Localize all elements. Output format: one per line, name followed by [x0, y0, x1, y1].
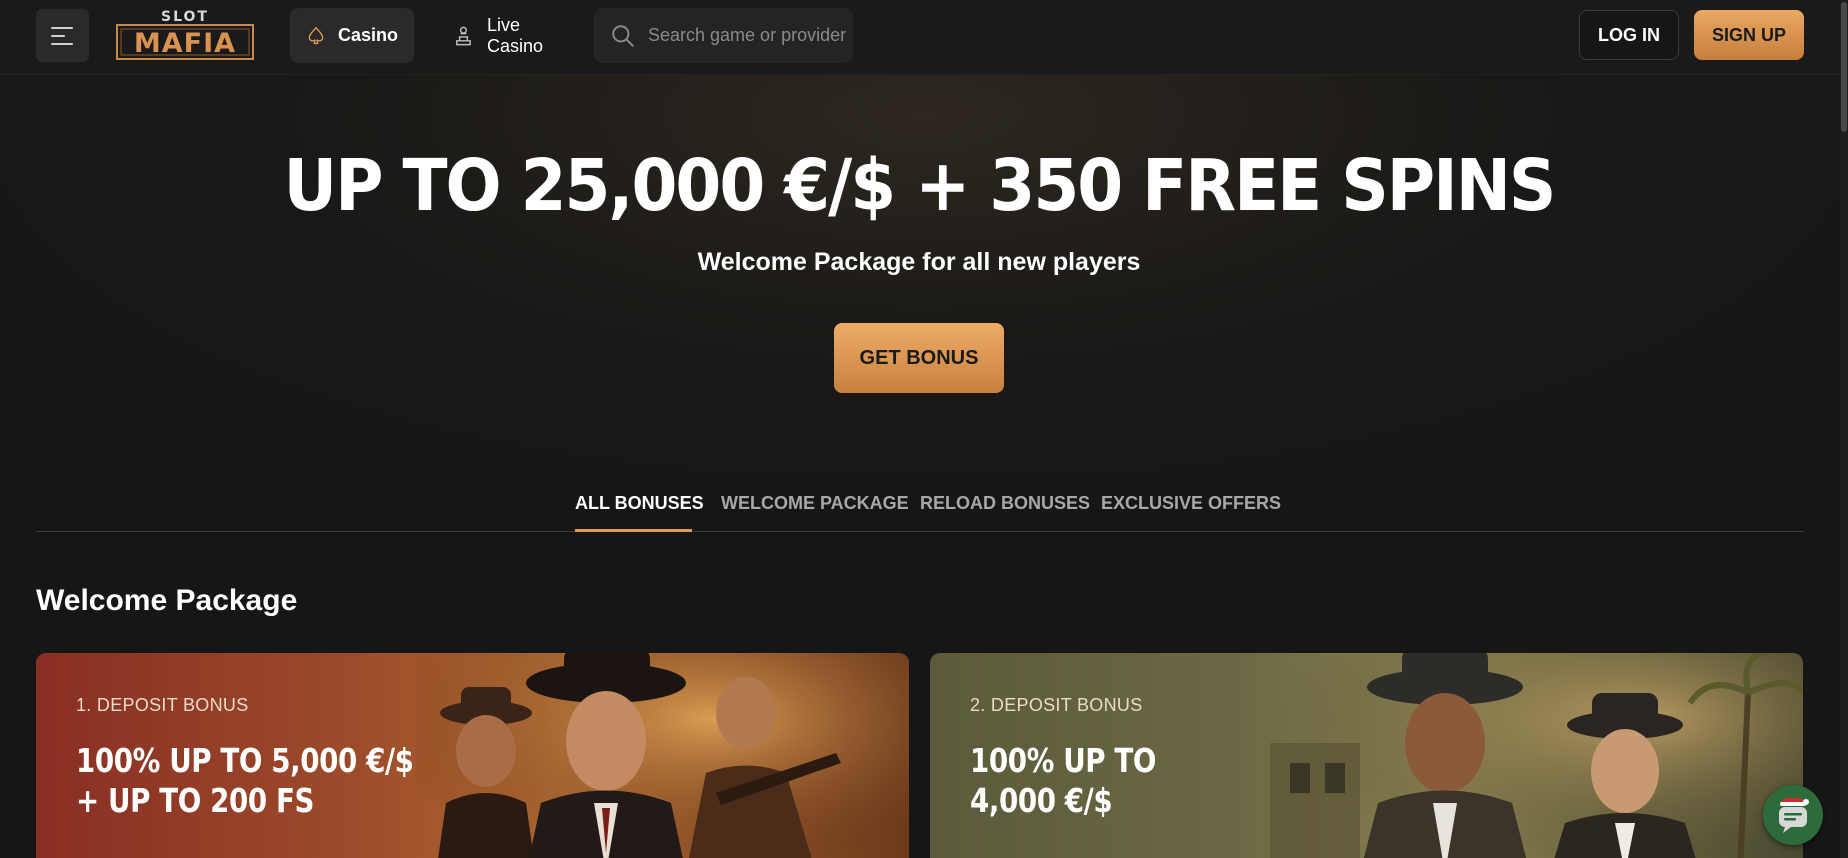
login-button[interactable]: LOG IN: [1579, 10, 1679, 60]
tab-welcome-package[interactable]: WELCOME PACKAGE: [721, 493, 909, 531]
section-title: Welcome Package: [36, 584, 298, 617]
card-offer: 100% UP TO 4,000 €/$: [970, 741, 1156, 821]
dealer-icon: [456, 26, 471, 45]
hero-subtitle: Welcome Package for all new players: [697, 248, 1141, 276]
spade-icon: [308, 26, 324, 44]
gangsters-illustration: [416, 653, 909, 858]
live-chat-button[interactable]: [1763, 785, 1823, 845]
tabs-divider: [36, 531, 1804, 532]
card-offer: 100% UP TO 5,000 €/$ + UP TO 200 FS: [76, 741, 414, 821]
nav-casino-label: Casino: [337, 25, 398, 45]
active-tab-indicator: [575, 529, 692, 532]
top-header: SLOT MAFIA Casino Live Casino LOG IN SIG…: [0, 0, 1848, 75]
nav-casino[interactable]: Casino: [290, 8, 414, 63]
nav-live-casino[interactable]: Live Casino: [436, 8, 586, 63]
nav-live-casino-label: Live Casino: [486, 14, 543, 56]
hamburger-menu-button[interactable]: [36, 9, 89, 62]
card-label: 1. DEPOSIT BONUS: [76, 695, 249, 715]
hero-banner: UP TO 25,000 €/$ + 350 FREE SPINS Welcom…: [0, 75, 1848, 475]
chat-bubble-icon: [1779, 797, 1809, 833]
menu-line-icon: [51, 42, 73, 45]
card-offer-line: 100% UP TO 5,000 €/$: [76, 741, 414, 780]
svg-text:SLOT: SLOT: [161, 9, 209, 25]
menu-line-icon: [51, 26, 73, 29]
card-label: 2. DEPOSIT BONUS: [970, 695, 1143, 715]
tab-exclusive-offers[interactable]: EXCLUSIVE OFFERS: [1101, 493, 1281, 531]
tab-all-bonuses[interactable]: ALL BONUSES: [575, 493, 704, 531]
svg-text:MAFIA: MAFIA: [134, 28, 236, 59]
search-input[interactable]: [648, 25, 848, 46]
search-bar[interactable]: [594, 8, 853, 63]
card-offer-line: 4,000 €/$: [970, 781, 1113, 820]
menu-line-icon: [51, 34, 65, 37]
card-offer-line: + UP TO 200 FS: [76, 781, 315, 820]
bonus-card-deposit-2[interactable]: 2. DEPOSIT BONUS 100% UP TO 4,000 €/$: [930, 653, 1803, 858]
card-offer-line: 100% UP TO: [970, 741, 1157, 780]
bonus-card-deposit-1[interactable]: 1. DEPOSIT BONUS 100% UP TO 5,000 €/$ + …: [36, 653, 909, 858]
hero-title: UP TO 25,000 €/$ + 350 FREE SPINS: [283, 143, 1557, 228]
search-icon: [612, 24, 634, 47]
get-bonus-button[interactable]: GET BONUS: [834, 323, 1004, 393]
scrollbar-thumb[interactable]: [1841, 2, 1847, 132]
tab-reload-bonuses[interactable]: RELOAD BONUSES: [920, 493, 1090, 531]
slot-mafia-logo[interactable]: SLOT MAFIA: [114, 7, 256, 63]
signup-button[interactable]: SIGN UP: [1694, 10, 1804, 60]
gangsters-illustration: [1270, 653, 1803, 858]
